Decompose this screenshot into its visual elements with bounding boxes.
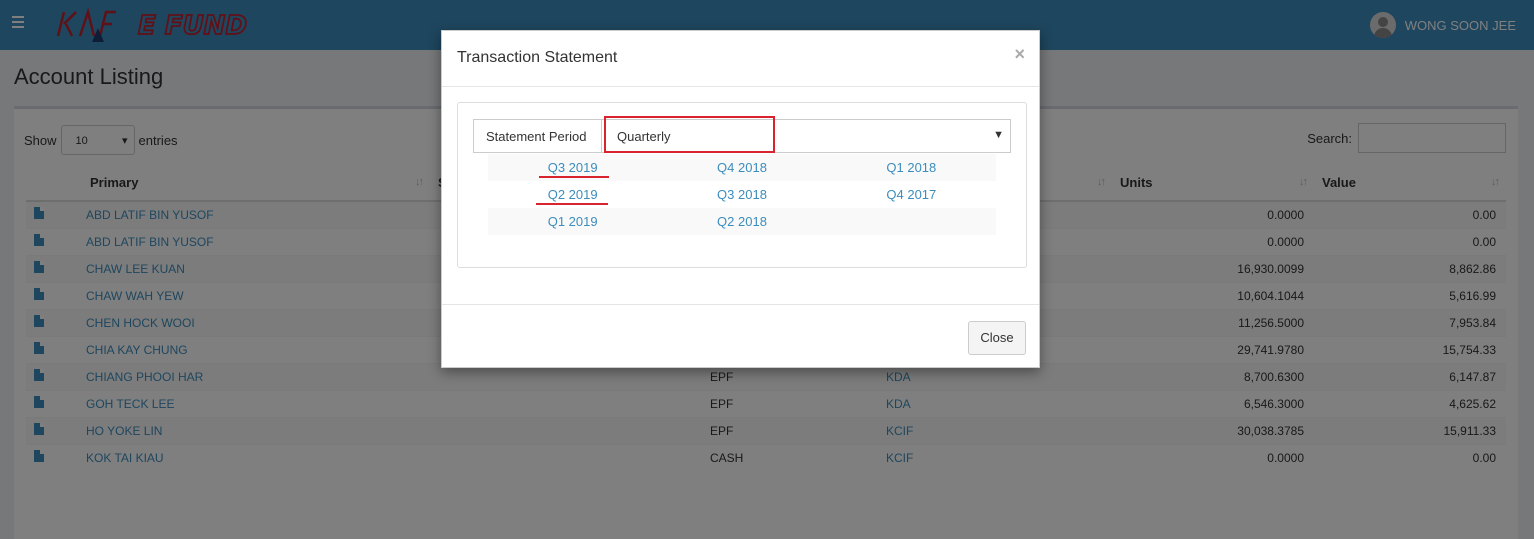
statement-period-label: Statement Period — [473, 119, 601, 153]
period-link[interactable]: Q4 2017 — [886, 187, 936, 202]
period-link[interactable]: Q2 2019 — [548, 187, 598, 202]
modal-title: Transaction Statement — [457, 49, 618, 66]
annotation-underline — [536, 203, 608, 205]
close-icon[interactable]: × — [1014, 45, 1025, 63]
period-link[interactable]: Q3 2018 — [717, 187, 767, 202]
period-links-grid: Q3 2019 Q4 2018 Q1 2018 Q2 2019 Q3 2018 … — [488, 154, 996, 235]
modal-header: Transaction Statement × — [442, 31, 1039, 87]
modal-body: Statement Period Quarterly ▼ Q3 2019 Q4 … — [457, 102, 1027, 268]
period-link[interactable]: Q3 2019 — [548, 160, 598, 175]
period-link[interactable]: Q1 2019 — [548, 214, 598, 229]
modal-footer: Close — [442, 304, 1039, 368]
period-link[interactable]: Q2 2018 — [717, 214, 767, 229]
close-button[interactable]: Close — [968, 321, 1026, 355]
annotation-highlight-box — [604, 116, 775, 153]
period-link[interactable]: Q1 2018 — [886, 160, 936, 175]
transaction-statement-modal: Transaction Statement × Statement Period… — [441, 30, 1040, 368]
chevron-down-icon: ▼ — [993, 129, 1004, 141]
annotation-underline — [539, 176, 609, 178]
period-link[interactable]: Q4 2018 — [717, 160, 767, 175]
